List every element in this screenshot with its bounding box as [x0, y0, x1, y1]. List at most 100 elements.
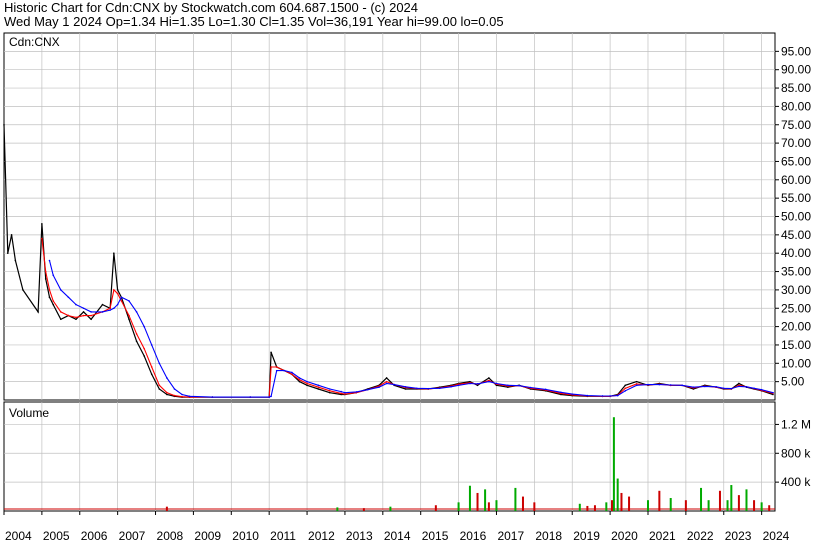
price-line-point: [404, 388, 407, 390]
short-moving-average-line-point: [44, 270, 47, 273]
short-moving-average-line-point: [328, 390, 331, 392]
short-moving-average-line-point: [90, 314, 92, 317]
short-moving-average-line-point: [113, 289, 115, 291]
long-moving-average-line-point: [745, 385, 748, 388]
long-moving-average-line-point: [760, 388, 763, 391]
volume-bar: [495, 500, 498, 511]
volume-bar: [745, 489, 748, 511]
price-line-point: [3, 123, 5, 126]
price-line-point: [6, 252, 9, 254]
price-tick-label: 70.00: [781, 136, 811, 150]
short-moving-average-line-point: [181, 395, 183, 398]
long-moving-average-line-point: [181, 393, 183, 396]
price-line-point: [113, 252, 115, 254]
volume-bar: [760, 502, 763, 511]
volume-bar: [737, 495, 740, 511]
short-moving-average-line-point: [275, 366, 278, 368]
long-moving-average-line-point: [143, 325, 145, 328]
price-panel-label: Cdn:CNX: [9, 35, 60, 49]
volume-tick-label: 800 k: [781, 446, 811, 460]
long-moving-average-line-point: [488, 380, 490, 383]
long-moving-average-line-point: [669, 384, 672, 386]
historic-chart: 5.00 10.00 15.00 20.00 25.00 30.00 35.00 40.00 4…: [3, 32, 811, 543]
x-axis: 2004 2005 2006 2007 2008 2009 2010 2011 2012 2013…: [3, 511, 790, 543]
price-line-point: [44, 278, 47, 280]
volume-bar: [165, 506, 168, 511]
x-tick-label: 2008: [157, 529, 184, 543]
volume-bar: [476, 492, 479, 511]
long-moving-average-line-point: [249, 396, 252, 398]
short-moving-average-line-point: [128, 314, 130, 317]
volume-bar: [611, 500, 614, 511]
long-moving-average-line-point: [173, 388, 176, 390]
price-line-point: [317, 388, 320, 390]
price-tick-label: 15.00: [781, 338, 811, 352]
x-tick-label: 2013: [346, 529, 373, 543]
long-moving-average-line-point: [624, 390, 627, 392]
x-tick-label: 2007: [119, 529, 146, 543]
x-tick-label: 2018: [535, 529, 562, 543]
long-moving-average-line-point: [48, 259, 51, 262]
price-tick-label: 95.00: [781, 44, 811, 58]
x-tick-label: 2021: [649, 529, 676, 543]
price-line-point: [385, 377, 388, 379]
short-moving-average-line-point: [116, 292, 119, 295]
volume-bar: [753, 500, 756, 511]
volume-bar: [336, 507, 339, 511]
short-moving-average-line-point: [270, 366, 272, 368]
long-moving-average-line-point: [158, 362, 161, 365]
volume-bar: [620, 492, 623, 511]
short-moving-average-line-point: [120, 300, 123, 302]
long-moving-average-line-point: [730, 387, 733, 390]
volume-bar: [484, 489, 487, 511]
volume-tick-label: 1.2 M: [781, 417, 811, 431]
long-moving-average-line-point: [416, 387, 418, 390]
long-moving-average-line-point: [291, 371, 293, 374]
short-moving-average-line-point: [60, 311, 62, 313]
price-line-point: [41, 223, 43, 225]
long-moving-average-line-point: [109, 309, 111, 311]
short-moving-average-line-point: [135, 333, 138, 335]
price-tick-label: 60.00: [781, 173, 811, 187]
x-tick-label: 2023: [725, 529, 752, 543]
long-moving-average-line-point: [560, 391, 562, 394]
volume-bar: [726, 500, 729, 511]
long-moving-average-line-point: [476, 383, 479, 385]
long-moving-average-line-point: [427, 387, 430, 390]
volume-bar: [768, 505, 771, 511]
long-moving-average-line-point: [722, 387, 725, 390]
long-moving-average-line-point: [571, 393, 574, 395]
long-moving-average-line-point: [317, 384, 320, 387]
long-moving-average-line-point: [150, 344, 153, 346]
long-moving-average-line-point: [298, 377, 301, 379]
long-moving-average-line-point: [116, 303, 119, 306]
long-moving-average-line-point: [211, 396, 214, 398]
price-tick-label: 90.00: [781, 63, 811, 77]
volume-bar: [730, 485, 733, 511]
long-moving-average-line-point: [450, 385, 452, 388]
long-moving-average-line-point: [544, 388, 547, 391]
short-moving-average-line-point: [75, 316, 77, 319]
long-moving-average-line-point: [340, 390, 342, 393]
long-moving-average-line-point: [518, 384, 520, 387]
price-line-point: [166, 393, 168, 396]
volume-bar: [487, 502, 490, 511]
volume-bar: [578, 503, 581, 511]
price-line-point: [635, 380, 638, 383]
volume-bar: [718, 490, 721, 511]
volume-bar: [612, 417, 615, 511]
price-line-point: [101, 303, 104, 306]
short-moving-average-line-point: [173, 394, 176, 397]
price-tick-label: 55.00: [781, 191, 811, 205]
x-tick-label: 2006: [81, 529, 108, 543]
long-moving-average-line-point: [366, 388, 369, 391]
x-tick-label: 2022: [687, 529, 714, 543]
price-line-point: [270, 351, 272, 354]
price-line-point: [298, 380, 301, 383]
long-moving-average-line-point: [135, 311, 138, 313]
volume-panel: 400 k 800 k 1.2 M Volume: [3, 401, 811, 512]
price-tick-label: 75.00: [781, 118, 811, 132]
price-line-point: [37, 311, 39, 313]
long-moving-average-line-point: [772, 391, 774, 394]
price-line-point: [306, 384, 308, 387]
